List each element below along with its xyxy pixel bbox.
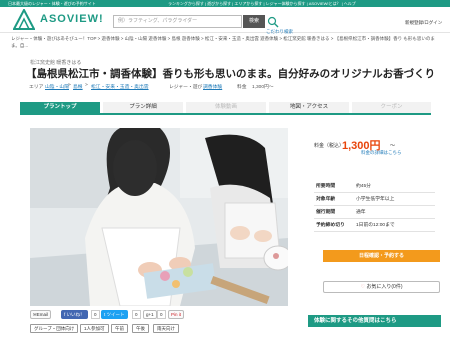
tab-map-access[interactable]: 地図・アクセス	[269, 102, 349, 113]
area-link-pref[interactable]: 島根	[73, 83, 83, 90]
page-title: 【島根県松江市・調香体験】香りも形も思いのまま。自分好みのオリジナルお香づくり	[26, 68, 436, 80]
info-row-age: 対象年齢 小学生低学年以上	[314, 194, 435, 206]
tagline: 日本最大級のレジャー・体験・遊びの予約サイト	[8, 1, 96, 6]
price-detail-link[interactable]: 料金の詳細はこちら	[361, 150, 402, 156]
search-button[interactable]: 検索	[243, 15, 265, 28]
area-link-city[interactable]: 松江・安来・玉造・奥出雲	[91, 83, 149, 90]
gplus-button[interactable]: g+1	[143, 310, 157, 319]
category-label: レジャー・遊び	[169, 85, 203, 90]
separator: >	[68, 83, 71, 88]
shop-name[interactable]: 松江窯史館 暖香きはる	[30, 59, 81, 66]
search-input[interactable]: 例）ラフティング、パラグライダー	[113, 15, 242, 28]
separator: >	[85, 83, 88, 88]
tab-coupon: クーポン	[352, 102, 431, 113]
area-link-region[interactable]: 山陰・山陽	[45, 83, 69, 90]
favorite-button[interactable]: ♡ お気に入り(0件)	[323, 281, 440, 293]
plan-tabs: プラントップ プラン詳細 体験動画 地図・アクセス クーポン	[20, 102, 431, 115]
email-share-button[interactable]: ✉Email	[30, 310, 52, 319]
info-row-deadline: 予約締め切り 1日前の12:00まで	[314, 220, 435, 232]
tab-video: 体験動画	[186, 102, 266, 113]
gplus-count: 0	[157, 310, 166, 319]
search-icon[interactable]	[267, 16, 279, 28]
category-link[interactable]: 調香体験	[203, 83, 222, 90]
tag-item[interactable]: 雨天向け	[153, 324, 179, 333]
tag-item[interactable]: 午前	[111, 324, 128, 333]
logo-text: ASOVIEW!	[40, 13, 104, 25]
facebook-like-button[interactable]: f いいね！	[61, 310, 88, 319]
facebook-icon: f	[64, 312, 66, 317]
price-summary: 1,300円〜	[252, 85, 274, 90]
like-count: 0	[91, 310, 100, 319]
tab-plan-top[interactable]: プラントップ	[20, 102, 100, 113]
price-label: 料金	[237, 85, 247, 90]
info-row-period: 催行期間 通年	[314, 207, 435, 219]
price-unit: 〜	[390, 143, 396, 149]
site-header: ASOVIEW! 例）ラフティング、パラグライダー 検索 こだわり検索 新規登録…	[0, 7, 450, 34]
tag-item[interactable]: グループ・団体向け	[30, 324, 79, 333]
tweet-count: 0	[132, 310, 141, 319]
logo-mark-icon	[13, 9, 35, 30]
top-bar: 日本最大級のレジャー・体験・遊びの予約サイト ランキングから探す | 遊びから探…	[0, 0, 450, 7]
tab-plan-detail[interactable]: プラン詳細	[103, 102, 183, 113]
pinterest-button[interactable]: Pin it	[168, 310, 185, 319]
photo-illustration	[30, 128, 288, 306]
tag-item[interactable]: 1人参加可	[80, 324, 109, 333]
login-link[interactable]: 新規登録/ログイン	[405, 20, 442, 26]
info-row-duration: 所要時間 約45分	[314, 181, 435, 193]
top-nav-links[interactable]: ランキングから探す | 遊びから探す | エリアから探す | レジャー体験から探…	[168, 0, 356, 7]
question-section-header[interactable]: 体験に関するその他質問はこちら	[308, 315, 441, 327]
tag-item[interactable]: 午後	[132, 324, 149, 333]
heart-icon: ♡	[360, 284, 365, 290]
tweet-button[interactable]: t ツイート	[101, 310, 128, 319]
reserve-button[interactable]: 日程確認・予約する	[323, 250, 440, 262]
logo[interactable]: ASOVIEW!	[13, 9, 109, 30]
main-photo[interactable]	[30, 128, 288, 306]
area-label: エリア	[29, 85, 44, 90]
breadcrumb[interactable]: レジャー・体験・遊びはあそびュー！TOP > 遊香体験 > 山陰・山陽 遊香体験…	[11, 35, 439, 49]
price-box-label: 料金（税込）	[314, 143, 345, 149]
twitter-icon: t	[104, 312, 106, 317]
